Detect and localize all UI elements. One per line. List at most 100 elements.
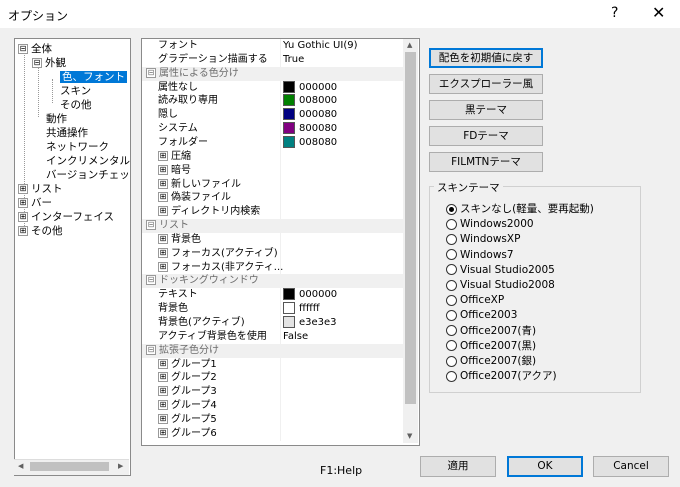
filmtn-theme-button[interactable]: FILMTNテーマ [429,152,543,172]
grid-property-row[interactable]: 背景色 ffffff [142,302,404,317]
skin-option[interactable]: Office2003 [446,308,517,322]
tree-item-appearance-other[interactable]: その他 [60,98,92,112]
radio-unchecked-icon[interactable] [446,264,457,276]
skin-option[interactable]: Office2007(黒) [446,339,536,353]
grid-property-row[interactable]: ⊞ グループ6 [142,426,404,441]
collapse-icon[interactable]: ⊟ [146,220,156,231]
tree-item-version-check[interactable]: バージョンチェック [46,168,130,182]
radio-unchecked-icon[interactable] [446,249,457,261]
collapse-icon[interactable]: ⊟ [146,275,156,286]
help-button[interactable]: ? [611,5,618,21]
property-value[interactable]: False [283,330,308,344]
expand-icon[interactable]: ⊞ [158,164,168,175]
tree-item-behavior[interactable]: 動作 [46,112,67,126]
scroll-right-icon[interactable]: ▶ [118,462,123,470]
skin-option[interactable]: Office2007(銀) [446,354,536,368]
radio-unchecked-icon[interactable] [446,340,457,352]
tree-item-interface[interactable]: ⊞ インターフェイス [18,210,114,224]
radio-unchecked-icon[interactable] [446,309,457,321]
expand-icon[interactable]: ⊞ [158,150,168,161]
scroll-down-icon[interactable]: ▼ [407,432,412,440]
skin-option[interactable]: Office2007(アクア) [446,369,557,383]
grid-category-row[interactable]: ⊟ 属性による色分け [142,66,404,81]
grid-property-row[interactable]: ⊞ ディレクトリ内検索 [142,205,404,220]
grid-property-row[interactable]: アクティブ背景色を使用 False [142,329,404,344]
skin-option[interactable]: Office2007(青) [446,324,536,338]
radio-unchecked-icon[interactable] [446,294,457,306]
skin-option[interactable]: Windows2000 [446,217,534,231]
radio-unchecked-icon[interactable] [446,370,457,382]
grid-property-row[interactable]: ⊞ フォーカス(アクティブ) [142,246,404,261]
explorer-theme-button[interactable]: エクスプローラー風 [429,74,543,94]
expand-icon[interactable]: ⊞ [158,192,168,203]
collapse-icon[interactable]: ⊟ [146,344,156,355]
tree-item-common-ops[interactable]: 共通操作 [46,126,88,140]
expand-icon[interactable]: ⊞ [158,400,168,411]
property-value[interactable]: 000000 [283,80,337,95]
grid-property-row[interactable]: フォント Yu Gothic UI(9) [142,39,404,53]
grid-property-row[interactable]: ⊞ フォーカス(非アクティ... [142,260,404,275]
property-value[interactable]: 008000 [283,94,337,108]
grid-property-row[interactable]: ⊞ 圧縮 [142,149,404,164]
skin-option[interactable]: スキンなし(軽量、要再起動) [446,202,594,216]
radio-unchecked-icon[interactable] [446,233,457,245]
grid-property-row[interactable]: ⊞ グループ5 [142,412,404,427]
cancel-button[interactable]: Cancel [593,456,669,477]
grid-property-row[interactable]: ⊞ グループ2 [142,371,404,386]
radio-unchecked-icon[interactable] [446,218,457,230]
grid-property-row[interactable]: 読み取り専用 008000 [142,94,404,109]
skin-option[interactable]: Windows7 [446,248,514,262]
expand-icon[interactable]: ⊞ [18,212,28,222]
tree-item-skin[interactable]: スキン [60,84,91,98]
grid-property-row[interactable]: 隠し 000080 [142,108,404,123]
tree-item-all[interactable]: ⊟ 全体 [18,42,52,56]
radio-unchecked-icon[interactable] [446,325,457,337]
skin-option[interactable]: Visual Studio2008 [446,278,555,292]
tree-item-appearance[interactable]: ⊟ 外観 [32,56,66,70]
expand-icon[interactable]: ⊞ [158,427,168,438]
grid-property-row[interactable]: フォルダー 008080 [142,135,404,150]
radio-unchecked-icon[interactable] [446,279,457,291]
property-value[interactable]: True [283,53,304,67]
radio-checked-icon[interactable] [446,203,457,215]
grid-property-row[interactable]: グラデーション描画する True [142,52,404,67]
skin-option[interactable]: WindowsXP [446,232,520,246]
property-value[interactable]: e3e3e3 [283,316,337,330]
grid-property-row[interactable]: ⊞ グループ4 [142,399,404,414]
close-button[interactable]: ✕ [652,3,665,22]
grid-property-row[interactable]: ⊞ グループ3 [142,385,404,400]
expand-icon[interactable]: ⊞ [158,358,168,369]
category-tree[interactable]: ⊟ 全体 ⊟ 外観 色、フォント スキン その他 動作 共通操作 ネットワーク イン… [14,38,131,476]
property-value[interactable]: 008080 [283,135,337,150]
expand-icon[interactable]: ⊞ [158,206,168,217]
property-value[interactable]: 000080 [283,108,337,122]
fd-theme-button[interactable]: FDテーマ [429,126,543,146]
expand-icon[interactable]: ⊞ [158,372,168,383]
grid-property-row[interactable]: 属性なし 000000 [142,80,404,95]
skin-option[interactable]: Visual Studio2005 [446,263,555,277]
property-value[interactable]: ffffff [283,302,320,316]
grid-scroll-thumb[interactable] [405,52,416,404]
tree-item-bar[interactable]: ⊞ バー [18,196,52,210]
grid-property-row[interactable]: ⊞ 偽装ファイル [142,191,404,206]
collapse-icon[interactable]: ⊟ [146,67,156,78]
expand-icon[interactable]: ⊞ [18,226,28,236]
expand-icon[interactable]: ⊞ [158,261,168,272]
grid-property-row[interactable]: ⊞ 新しいファイル [142,177,404,192]
grid-property-row[interactable]: テキスト 000000 [142,288,404,303]
grid-property-row[interactable]: 背景色(アクティブ) e3e3e3 [142,316,404,330]
expand-icon[interactable]: ⊞ [158,386,168,397]
grid-property-row[interactable]: システム 800080 [142,122,404,137]
grid-category-row[interactable]: ⊟ リスト [142,219,404,234]
expand-icon[interactable]: ⊞ [158,178,168,189]
scroll-up-icon[interactable]: ▲ [407,41,412,49]
ok-button[interactable]: OK [507,456,583,477]
dark-theme-button[interactable]: 黒テーマ [429,100,543,120]
apply-button[interactable]: 適用 [420,456,496,477]
tree-item-incremental-search[interactable]: インクリメンタルサー [46,154,130,168]
collapse-icon[interactable]: ⊟ [32,58,42,68]
grid-category-row[interactable]: ⊟ 拡張子色分け [142,343,404,358]
grid-property-row[interactable]: ⊞ 暗号 [142,163,404,178]
reset-colors-button[interactable]: 配色を初期値に戻す [429,48,543,68]
expand-icon[interactable]: ⊞ [158,413,168,424]
